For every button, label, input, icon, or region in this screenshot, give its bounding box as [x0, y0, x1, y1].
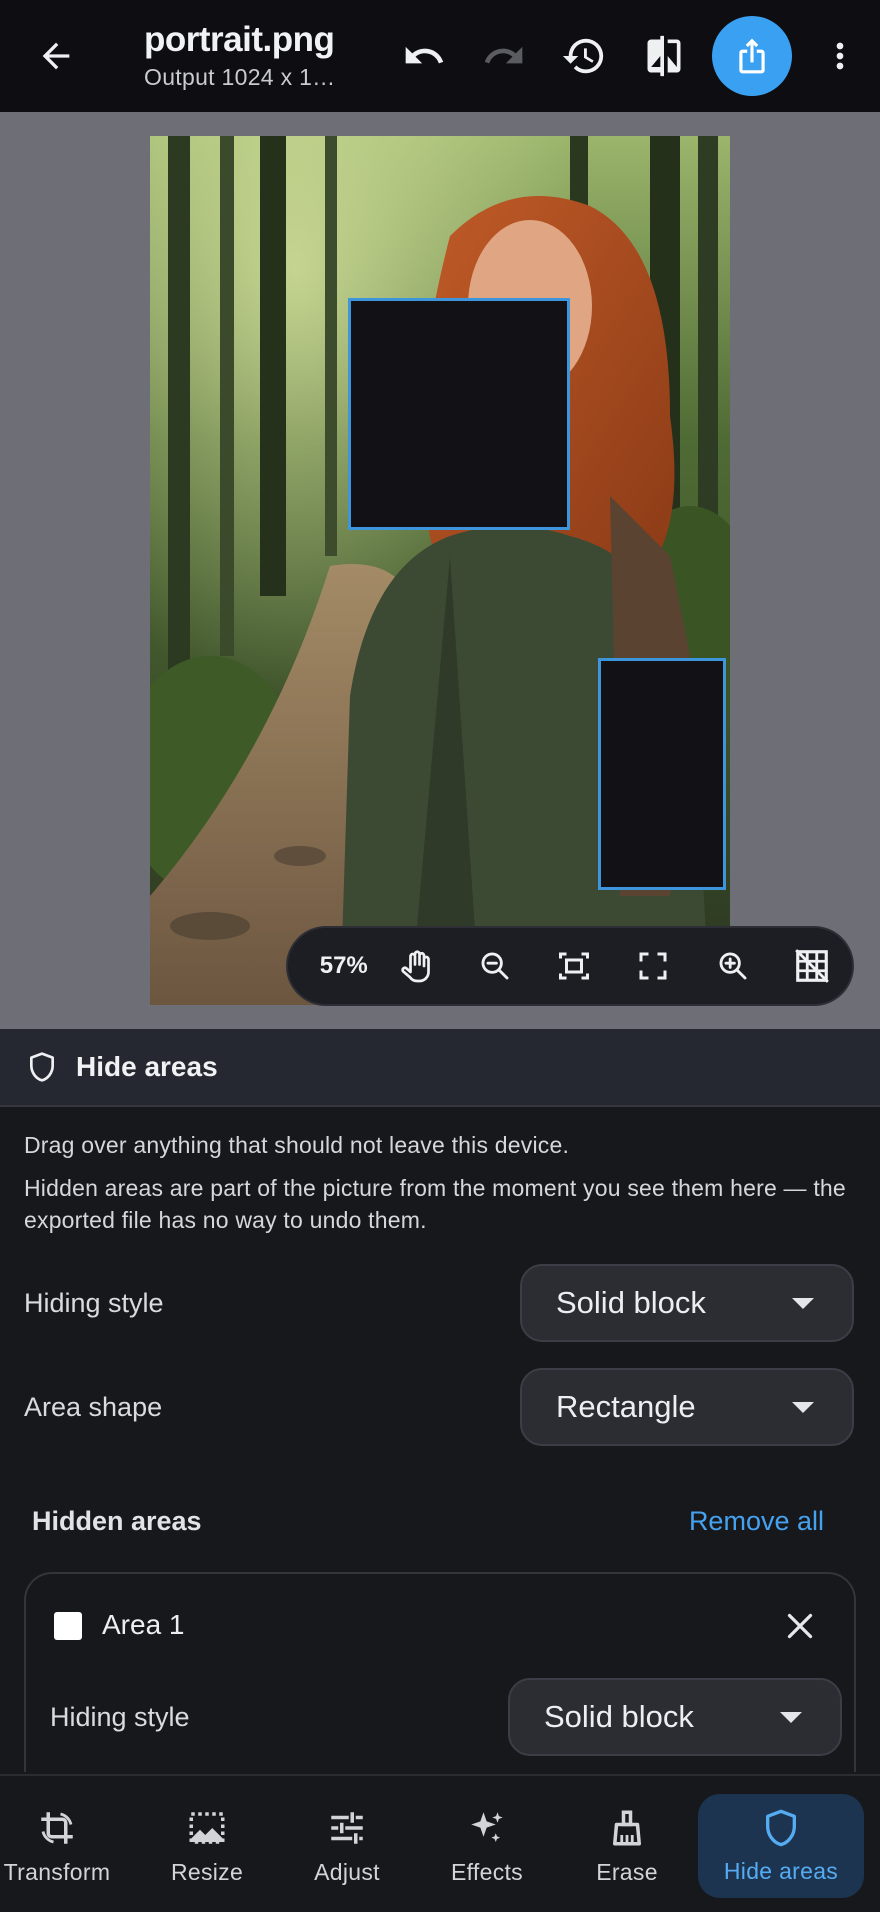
sliders-icon: [331, 1811, 363, 1844]
nav-label: Resize: [170, 1858, 244, 1885]
compare-icon: [647, 35, 681, 77]
dropdown-arrow-icon: [780, 1711, 802, 1723]
resize-image-icon: [189, 1811, 225, 1844]
hidden-areas-heading: Hidden areas: [32, 1506, 202, 1536]
area-hiding-style-select[interactable]: Solid block: [508, 1678, 842, 1756]
hiding-style-value: Solid block: [556, 1285, 706, 1320]
shield-icon: [24, 1049, 60, 1085]
fullscreen-button[interactable]: [614, 938, 693, 994]
undo-icon: [405, 46, 444, 64]
image-canvas[interactable]: 57%: [0, 112, 880, 1029]
zoom-toolbar: 57%: [286, 926, 854, 1006]
nav-erase[interactable]: Erase: [570, 1794, 684, 1898]
output-size: Output 1024 x 1…: [144, 64, 336, 90]
redo-icon: [484, 46, 523, 64]
remove-all-button[interactable]: Remove all: [689, 1506, 824, 1537]
grid-toggle-button[interactable]: [773, 938, 852, 994]
nav-label: Effects: [451, 1858, 523, 1885]
area-hiding-style-label: Hiding style: [50, 1702, 190, 1732]
fullscreen-icon: [639, 952, 667, 980]
nav-transform[interactable]: Transform: [0, 1794, 114, 1898]
shield-icon: [766, 1809, 796, 1846]
portrait-photo[interactable]: [150, 136, 730, 1005]
hidden-area-1[interactable]: [348, 298, 570, 530]
share-button[interactable]: [712, 16, 792, 96]
share-icon: [739, 38, 765, 74]
top-app-bar: portrait.png Output 1024 x 1…: [0, 0, 880, 112]
zoom-out-button[interactable]: [455, 938, 534, 994]
area-hiding-style-value: Solid block: [544, 1699, 694, 1734]
area-name: Area 1: [102, 1609, 185, 1640]
compare-button[interactable]: [632, 24, 696, 88]
panel-description: Drag over anything that should not leave…: [24, 1132, 570, 1158]
file-name: portrait.png: [144, 20, 335, 59]
area-color-swatch[interactable]: [54, 1612, 82, 1640]
bottom-tool-nav: Transform Resize Adjust Effects Erase Hi…: [0, 1774, 880, 1912]
nav-adjust[interactable]: Adjust: [290, 1794, 404, 1898]
zoom-out-icon: [481, 952, 509, 980]
nav-label: Erase: [596, 1858, 658, 1885]
history-button[interactable]: [552, 24, 616, 88]
area-shape-value: Rectangle: [556, 1389, 696, 1424]
file-title-block: portrait.png Output 1024 x 1…: [144, 20, 354, 91]
panel-warning: Hidden areas are part of the picture fro…: [24, 1175, 846, 1233]
back-button[interactable]: [24, 24, 88, 88]
broom-icon: [613, 1810, 641, 1845]
zoom-in-button[interactable]: [693, 938, 772, 994]
sparkles-icon: [471, 1811, 503, 1842]
nav-effects[interactable]: Effects: [430, 1794, 544, 1898]
close-icon: [787, 1613, 813, 1639]
pan-button[interactable]: [376, 938, 455, 994]
delete-area-button[interactable]: [782, 1608, 818, 1644]
area-card: Area 1 Hiding style Solid block: [24, 1572, 856, 1772]
nav-label: Transform: [3, 1858, 111, 1885]
history-icon: [562, 38, 604, 74]
nav-hide-areas[interactable]: Hide areas: [698, 1794, 864, 1898]
panel-title: Hide areas: [76, 1051, 218, 1082]
undo-button[interactable]: [392, 24, 456, 88]
area-shape-label: Area shape: [24, 1392, 163, 1422]
zoom-level: 57%: [319, 952, 368, 979]
fit-to-screen-button[interactable]: [534, 938, 613, 994]
zoom-in-icon: [719, 952, 747, 980]
fit-screen-icon: [559, 952, 590, 980]
area-shape-select[interactable]: Rectangle: [520, 1368, 854, 1446]
nav-resize[interactable]: Resize: [150, 1794, 264, 1898]
more-vert-icon: [836, 42, 844, 70]
arrow-left-icon: [42, 42, 70, 70]
dropdown-arrow-icon: [792, 1401, 814, 1413]
grid-off-icon: [795, 949, 830, 983]
redo-button[interactable]: [472, 24, 536, 88]
more-options-button[interactable]: [812, 24, 868, 88]
dropdown-arrow-icon: [792, 1297, 814, 1309]
nav-label: Adjust: [314, 1858, 380, 1885]
hidden-area-2[interactable]: [598, 658, 726, 890]
hiding-style-select[interactable]: Solid block: [520, 1264, 854, 1342]
hiding-style-label: Hiding style: [24, 1288, 164, 1318]
nav-label: Hide areas: [723, 1857, 839, 1884]
tool-panel-header: Hide areas: [0, 1029, 880, 1107]
hand-icon: [401, 950, 431, 983]
crop-rotate-icon: [41, 1811, 73, 1844]
